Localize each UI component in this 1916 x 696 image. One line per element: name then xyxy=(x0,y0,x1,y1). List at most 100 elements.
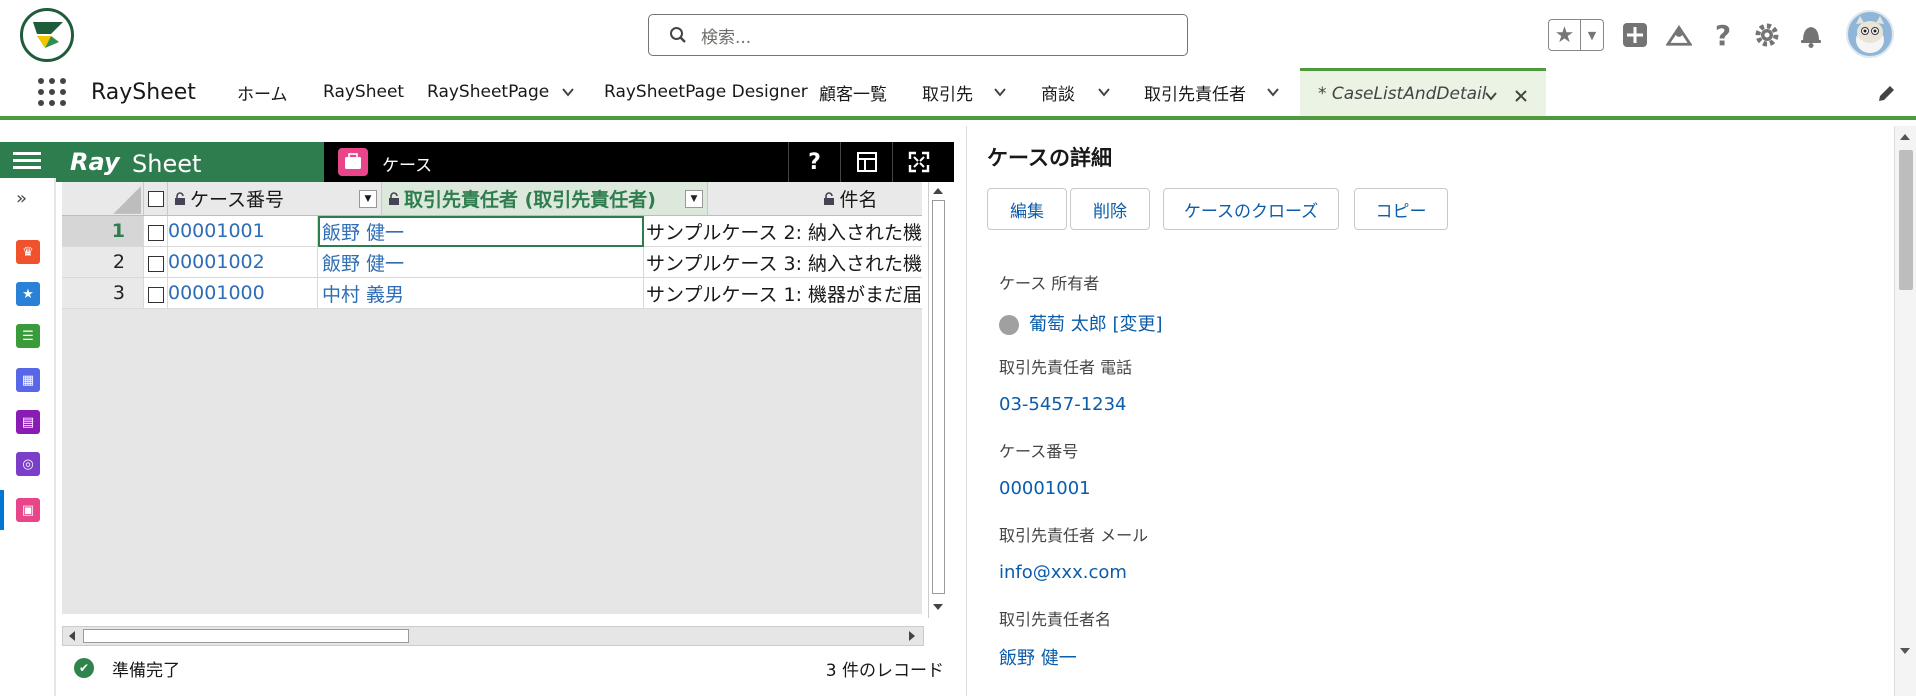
contact-link[interactable]: 飯野 健一 xyxy=(318,247,644,278)
lock-icon xyxy=(175,192,185,205)
nav-item-opportunities[interactable]: 商談 xyxy=(1041,68,1111,116)
field-value-contact-phone[interactable]: 03-5457-1234 xyxy=(999,394,1127,415)
nav-item-contacts[interactable]: 取引先責任者 xyxy=(1144,68,1280,116)
app-name: RaySheet xyxy=(91,80,196,105)
grid-horizontal-scrollbar[interactable] xyxy=(62,626,924,646)
case-detail-panel: ケースの詳細 編集 削除 ケースのクローズ コピー ケース 所有者 葡萄 太郎 … xyxy=(966,126,1894,696)
chevron-down-icon[interactable] xyxy=(1266,85,1280,99)
object-label: ケース xyxy=(382,156,433,176)
row-checkbox[interactable] xyxy=(144,216,168,247)
user-avatar[interactable] xyxy=(1846,10,1894,58)
global-search-input[interactable]: 検索... xyxy=(648,14,1188,56)
chevron-down-icon[interactable] xyxy=(993,85,1007,99)
detail-scrollbar[interactable] xyxy=(1894,126,1916,696)
app-launcher-icon[interactable] xyxy=(38,78,66,106)
table-row[interactable]: 2 00001002 飯野 健一 サンプルケース 3: 納入された機器に xyxy=(62,247,922,278)
scroll-up-icon[interactable] xyxy=(1895,130,1915,144)
chevron-down-icon[interactable] xyxy=(1484,89,1498,103)
subject-cell[interactable]: サンプルケース 3: 納入された機器に xyxy=(644,247,922,278)
case-number-link[interactable]: 00001002 xyxy=(168,247,318,278)
field-value-contact-email[interactable]: info@xxx.com xyxy=(999,562,1127,583)
row-number[interactable]: 3 xyxy=(62,278,144,309)
crown-icon[interactable]: ♛ xyxy=(16,240,40,264)
contact-link[interactable]: 中村 義男 xyxy=(318,278,644,309)
close-icon[interactable] xyxy=(1514,89,1528,103)
fullscreen-icon[interactable] xyxy=(892,142,944,182)
copy-button[interactable]: コピー xyxy=(1354,188,1448,230)
column-header-subject[interactable]: 件名 xyxy=(708,182,922,216)
layout-icon[interactable] xyxy=(840,142,892,182)
gear-icon[interactable] xyxy=(1754,22,1780,48)
checklist-icon[interactable]: ☰ xyxy=(16,324,40,348)
chevron-down-icon[interactable] xyxy=(1097,85,1111,99)
scroll-right-icon[interactable] xyxy=(905,627,919,645)
edit-button[interactable]: 編集 xyxy=(987,188,1067,230)
contact-card-icon[interactable]: ▤ xyxy=(16,410,40,434)
subject-cell[interactable]: サンプルケース 1: 機器がまだ届きま xyxy=(644,278,922,309)
menu-icon[interactable] xyxy=(0,142,56,178)
case-briefcase-icon[interactable]: ▣ xyxy=(16,498,40,522)
header-checkbox[interactable] xyxy=(144,182,168,216)
delete-button[interactable]: 削除 xyxy=(1070,188,1150,230)
scroll-up-icon[interactable] xyxy=(929,184,947,198)
nav-item-raysheet[interactable]: RaySheet xyxy=(323,68,404,116)
bell-icon[interactable] xyxy=(1798,22,1824,48)
field-value-owner[interactable]: 葡萄 太郎 [変更] xyxy=(999,310,1163,336)
favorites-dropdown-icon[interactable]: ▼ xyxy=(1581,20,1603,50)
raysheet-grid: ケース番号 ▼ 取引先責任者 (取引先責任者) ▼ 件名 1 00001001 … xyxy=(62,182,922,614)
row-number[interactable]: 1 xyxy=(62,216,144,247)
check-circle-icon: ✔ xyxy=(74,658,94,678)
target-icon[interactable]: ◎ xyxy=(16,452,40,476)
trailhead-icon[interactable] xyxy=(1666,22,1692,48)
tab-caselistanddetail[interactable]: * CaseListAndDetail xyxy=(1300,68,1546,116)
favorites-button[interactable]: ★ ▼ xyxy=(1548,19,1604,51)
raysheet-toolbar: ケース ? xyxy=(324,142,954,182)
scrollbar-thumb[interactable] xyxy=(83,629,409,643)
chevron-down-icon[interactable] xyxy=(561,85,575,99)
raysheet-logo-ray: Ray xyxy=(70,148,120,176)
scrollbar-thumb[interactable] xyxy=(1899,150,1913,290)
global-actions-icon[interactable] xyxy=(1622,22,1648,48)
nav-item-customer-list[interactable]: 顧客一覧 xyxy=(819,68,887,116)
subject-cell[interactable]: サンプルケース 2: 納入された機器の xyxy=(644,216,922,247)
contact-link[interactable]: 飯野 健一 xyxy=(318,216,644,247)
field-value-contact-name[interactable]: 飯野 健一 xyxy=(999,644,1077,670)
table-row[interactable]: 3 00001000 中村 義男 サンプルケース 1: 機器がまだ届きま xyxy=(62,278,922,309)
raysheet-logo-sheet: Sheet xyxy=(132,150,202,178)
global-header: 検索... ★ ▼ ? xyxy=(0,0,1916,68)
org-logo[interactable] xyxy=(20,8,74,62)
filter-dropdown-icon[interactable]: ▼ xyxy=(359,190,377,208)
nav-item-accounts[interactable]: 取引先 xyxy=(922,68,1007,116)
filter-dropdown-icon[interactable]: ▼ xyxy=(685,190,703,208)
star-icon[interactable]: ★ xyxy=(1549,20,1581,50)
scrollbar-thumb[interactable] xyxy=(932,200,945,594)
case-number-link[interactable]: 00001000 xyxy=(168,278,318,309)
column-header-contact[interactable]: 取引先責任者 (取引先責任者) ▼ xyxy=(382,182,708,216)
building-icon[interactable]: ▦ xyxy=(16,368,40,392)
case-number-link[interactable]: 00001001 xyxy=(168,216,318,247)
nav-item-home[interactable]: ホーム xyxy=(237,68,288,116)
person-icon[interactable]: ★ xyxy=(16,282,40,306)
scroll-down-icon[interactable] xyxy=(1895,644,1915,658)
row-number[interactable]: 2 xyxy=(62,247,144,278)
avatar-icon xyxy=(1856,16,1884,53)
select-all-corner[interactable] xyxy=(62,182,144,216)
detail-title: ケースの詳細 xyxy=(987,146,1112,170)
nav-item-raysheetpage[interactable]: RaySheetPage xyxy=(427,68,575,116)
help-icon[interactable]: ? xyxy=(1710,19,1736,52)
scroll-down-icon[interactable] xyxy=(929,600,947,614)
nav-item-raysheetpage-designer[interactable]: RaySheetPage Designer xyxy=(604,68,808,116)
help-icon[interactable]: ? xyxy=(788,142,840,182)
row-checkbox[interactable] xyxy=(144,247,168,278)
record-count: 3 件のレコード xyxy=(825,661,944,681)
column-header-case-number[interactable]: ケース番号 ▼ xyxy=(168,182,382,216)
expand-sidebar-icon[interactable]: » xyxy=(16,188,27,209)
field-label-contact-email: 取引先責任者 メール xyxy=(999,526,1149,545)
close-case-button[interactable]: ケースのクローズ xyxy=(1163,188,1339,230)
row-checkbox[interactable] xyxy=(144,278,168,309)
table-row[interactable]: 1 00001001 飯野 健一 サンプルケース 2: 納入された機器の xyxy=(62,216,922,247)
search-icon xyxy=(670,27,686,43)
edit-nav-icon[interactable] xyxy=(1876,84,1896,104)
grid-vertical-scrollbar[interactable] xyxy=(928,182,948,618)
scroll-left-icon[interactable] xyxy=(65,627,79,645)
